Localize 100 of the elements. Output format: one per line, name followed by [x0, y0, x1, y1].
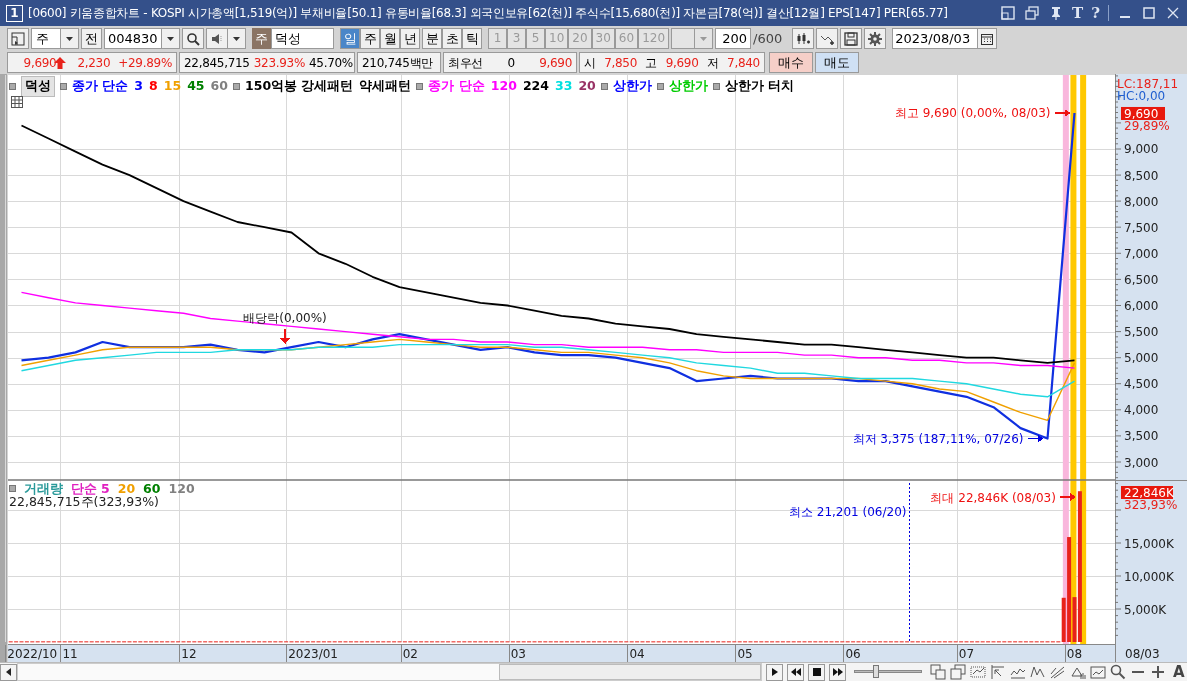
settings-icon — [868, 31, 883, 46]
axis-label: 7,000 — [1124, 246, 1159, 261]
axis-label: 03 — [510, 647, 526, 661]
quote-value: 22,845,715 — [184, 54, 250, 72]
axis-note: 29,89% — [1124, 119, 1170, 133]
calendar-button[interactable] — [977, 28, 998, 49]
save-button[interactable] — [840, 28, 863, 49]
caret-left-icon — [4, 667, 13, 677]
scope-button[interactable]: 전 — [81, 28, 102, 49]
annotation-label: 배당락(0,00%) — [243, 311, 327, 326]
period-tab[interactable]: 일 — [340, 28, 360, 49]
code-field[interactable]: 004830 — [104, 28, 162, 49]
legend-item: 상한가 — [612, 77, 652, 95]
quote-value: 저 — [706, 54, 719, 72]
scrollbar-thumb[interactable] — [499, 664, 761, 680]
font-button[interactable]: T — [1072, 5, 1084, 21]
cursor-date: 08/03 — [1125, 647, 1160, 661]
period-tab[interactable]: 분 — [422, 28, 442, 49]
rewind-icon — [789, 666, 802, 678]
annotation-label: 최소 21,201 (06/20) — [788, 505, 907, 519]
stop-icon — [810, 666, 823, 678]
trend-icon[interactable] — [1050, 664, 1066, 680]
axis-note: LC:187,11 — [1117, 77, 1179, 91]
panel-button[interactable] — [7, 28, 29, 49]
market-tag: 주 — [252, 28, 271, 49]
maximize-icon[interactable] — [1141, 5, 1157, 21]
fast-forward-button[interactable] — [829, 663, 846, 681]
caret-icon — [232, 35, 241, 42]
axis-note: HC:0,00 — [1117, 89, 1166, 103]
candle-button[interactable] — [792, 28, 815, 49]
axis-label: 2023/01 — [288, 647, 339, 661]
axis-label: 08 — [1066, 647, 1083, 661]
legend-item: 15 — [163, 77, 182, 95]
crosshair-icon[interactable] — [990, 664, 1006, 680]
play-button[interactable] — [766, 663, 783, 681]
quote-value: 7,850 — [604, 54, 637, 72]
dropdown-button[interactable] — [227, 28, 246, 49]
quote-value: 210,745백만 — [362, 54, 433, 72]
search-icon[interactable] — [1110, 664, 1126, 680]
period-tab[interactable]: 주 — [360, 28, 380, 49]
help-button[interactable]: ? — [1091, 5, 1100, 21]
grid-icon[interactable] — [11, 96, 23, 108]
bullet-icon — [600, 82, 608, 90]
stop-button[interactable] — [808, 663, 825, 681]
date-field[interactable]: 2023/08/03 — [892, 28, 979, 49]
axis-label: 5,500 — [1124, 325, 1159, 340]
axis-label: 2022/10 — [7, 647, 58, 661]
period-tab[interactable]: 틱 — [462, 28, 482, 49]
axis-label: 15,000K — [1124, 536, 1174, 551]
quote-value: 최우선 — [448, 54, 484, 72]
bullet-icon — [233, 82, 240, 90]
legend-item: 종가 단순 — [428, 77, 485, 95]
sell-button[interactable]: 매도 — [815, 52, 859, 73]
layout-icon[interactable] — [1000, 5, 1017, 21]
legend-item: 3 — [134, 77, 144, 95]
buy-button[interactable]: 매수 — [769, 52, 813, 73]
rewind-button[interactable] — [787, 663, 804, 681]
panel-icon — [11, 31, 25, 46]
windows-icon[interactable] — [950, 664, 966, 680]
axis-label: 8,000 — [1124, 194, 1159, 209]
search-button[interactable] — [182, 28, 204, 49]
quote-value: +29.89% — [118, 54, 172, 72]
chart-window-icon[interactable] — [1090, 664, 1106, 680]
plus-icon[interactable] — [1150, 664, 1166, 680]
total-count: /600 — [753, 29, 783, 48]
period-tab[interactable]: 년 — [400, 28, 420, 49]
legend-item: 종가 단순 — [72, 77, 129, 95]
dropdown-button[interactable] — [60, 28, 79, 49]
quote-value: 9,690 — [665, 54, 699, 72]
zoom-slider[interactable] — [854, 663, 922, 681]
close-icon[interactable] — [1165, 5, 1181, 21]
settings-button[interactable] — [864, 28, 887, 49]
quote-value: 고 — [645, 54, 658, 72]
windows-icon[interactable] — [1024, 5, 1041, 21]
legend-item[interactable]: 덕성 — [21, 76, 55, 97]
legend-item: 8 — [149, 77, 158, 95]
quote-value: 7,840 — [727, 54, 760, 72]
axis-label: 04 — [629, 647, 645, 661]
indicator-button[interactable] — [816, 28, 839, 49]
count-field[interactable]: 200 — [715, 28, 752, 49]
save-icon — [844, 31, 859, 46]
dotted-frame-icon[interactable] — [970, 664, 986, 680]
calendar-icon — [981, 32, 994, 45]
scroll-left-button[interactable] — [0, 663, 17, 681]
bullet-icon — [712, 82, 720, 90]
bullet-icon — [416, 82, 424, 90]
market-select[interactable]: 주 — [31, 28, 61, 49]
period-tab[interactable]: 초 — [442, 28, 462, 49]
font-size-button[interactable]: A — [1170, 660, 1187, 681]
legend-item: 33 — [555, 77, 573, 95]
search-icon — [186, 31, 200, 46]
quote-value: 0 — [507, 54, 515, 72]
period-tab[interactable]: 월 — [380, 28, 400, 49]
axis-note: 323,93% — [1124, 498, 1178, 512]
slider-thumb[interactable] — [873, 664, 880, 678]
name-field[interactable]: 덕성 — [271, 28, 334, 49]
sound-button[interactable] — [206, 28, 228, 49]
legend-item: 상한가 터치 — [724, 77, 795, 95]
windows-icon[interactable] — [930, 664, 946, 680]
line-chart-icon[interactable] — [1030, 664, 1046, 680]
